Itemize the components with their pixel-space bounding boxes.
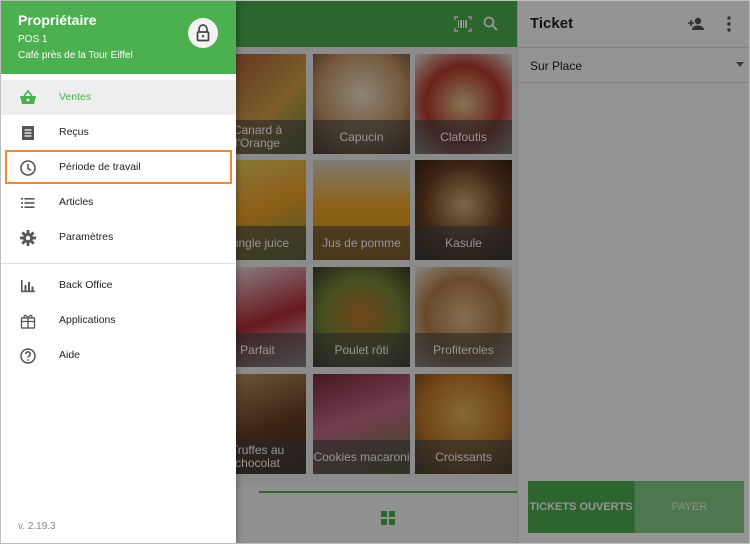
drawer-divider bbox=[1, 263, 236, 264]
drawer-header: Propriétaire POS 1 Café près de la Tour … bbox=[1, 1, 236, 74]
gear-icon bbox=[19, 229, 37, 247]
menu-item-parametres[interactable]: Paramètres bbox=[1, 220, 236, 255]
menu-item-periode-de-travail[interactable]: Période de travail bbox=[5, 150, 232, 184]
pos-name: POS 1 bbox=[18, 34, 48, 45]
menu-item-label: Applications bbox=[59, 314, 116, 326]
menu-item-label: Aide bbox=[59, 349, 81, 361]
receipt-icon bbox=[19, 124, 37, 142]
bar-chart-icon bbox=[19, 277, 37, 295]
menu-item-label: Reçus bbox=[59, 126, 89, 138]
menu-item-label: Paramètres bbox=[59, 231, 114, 243]
menu-item-ventes[interactable]: Ventes bbox=[1, 80, 236, 115]
menu-item-label: Période de travail bbox=[59, 161, 141, 173]
menu-item-label: Back Office bbox=[59, 279, 113, 291]
menu-item-articles[interactable]: Articles bbox=[1, 185, 236, 220]
app-window: Canard à l'Orange Capucin Clafoutis Jung… bbox=[0, 0, 750, 544]
menu-item-recus[interactable]: Reçus bbox=[1, 115, 236, 150]
navigation-drawer: Propriétaire POS 1 Café près de la Tour … bbox=[1, 1, 236, 543]
employee-name: Propriétaire bbox=[18, 12, 97, 28]
lock-icon bbox=[188, 24, 218, 52]
apps-icon bbox=[19, 312, 37, 330]
basket-icon bbox=[19, 89, 37, 107]
menu-item-back-office[interactable]: Back Office bbox=[1, 268, 236, 303]
clock-icon bbox=[19, 159, 37, 177]
menu-item-aide[interactable]: Aide bbox=[1, 338, 236, 373]
menu-item-applications[interactable]: Applications bbox=[1, 303, 236, 338]
store-name: Café près de la Tour Eiffel bbox=[18, 50, 133, 61]
app-version: v. 2.19.3 bbox=[18, 521, 56, 532]
help-icon bbox=[19, 347, 37, 365]
menu-item-label: Ventes bbox=[59, 91, 92, 103]
list-icon bbox=[19, 194, 37, 212]
lock-button[interactable] bbox=[188, 18, 218, 48]
menu-item-label: Articles bbox=[59, 196, 94, 208]
